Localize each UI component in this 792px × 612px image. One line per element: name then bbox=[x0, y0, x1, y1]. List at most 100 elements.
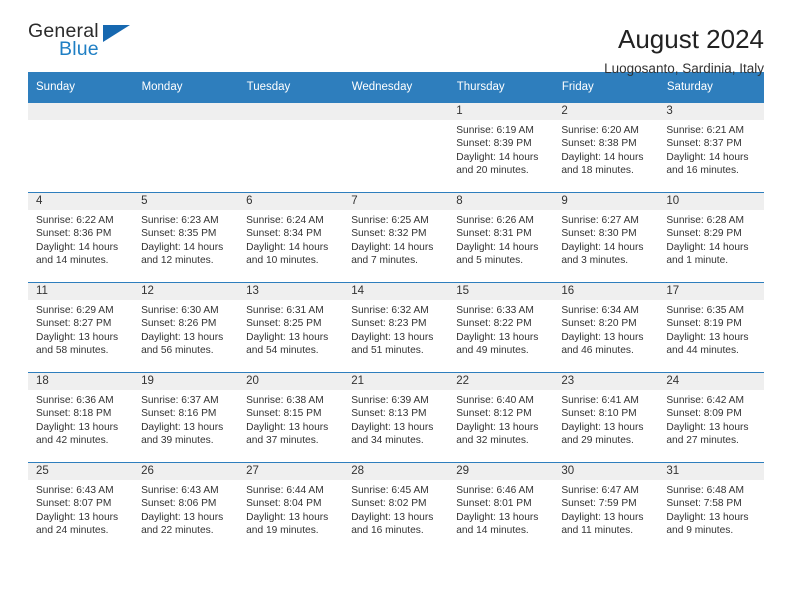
day-number bbox=[238, 103, 344, 120]
calendar-cell-day[interactable]: 27 Sunrise: 6:44 AM Sunset: 8:04 PM Dayligh… bbox=[238, 462, 344, 552]
calendar-cell-day[interactable]: 28 Sunrise: 6:45 AM Sunset: 8:02 PM Dayligh… bbox=[343, 462, 449, 552]
cell-inner bbox=[28, 103, 134, 192]
detail-sunrise: Sunrise: 6:19 AM bbox=[456, 125, 534, 136]
cell-inner bbox=[238, 103, 344, 192]
detail-sunset: Sunset: 8:19 PM bbox=[666, 318, 742, 330]
detail-sunrise: Sunrise: 6:31 AM bbox=[246, 305, 324, 316]
calendar-cell-day[interactable]: 25 Sunrise: 6:43 AM Sunset: 8:07 PM Dayligh… bbox=[28, 462, 134, 552]
calendar-cell-day[interactable]: 9 Sunrise: 6:27 AM Sunset: 8:30 PM Daylight… bbox=[553, 192, 659, 283]
detail-sunset: Sunset: 8:30 PM bbox=[561, 228, 637, 240]
detail-daylight-line1: Daylight: 13 hours bbox=[666, 421, 749, 433]
detail-sunset: Sunset: 8:22 PM bbox=[456, 318, 532, 330]
detail-sunset: Sunset: 8:13 PM bbox=[351, 408, 427, 420]
detail-daylight-line1: Daylight: 13 hours bbox=[351, 331, 434, 343]
detail-daylight-line1: Daylight: 14 hours bbox=[36, 241, 119, 253]
calendar-cell-day[interactable]: 19 Sunrise: 6:37 AM Sunset: 8:16 PM Dayligh… bbox=[133, 372, 239, 463]
detail-daylight-line1: Daylight: 13 hours bbox=[141, 421, 224, 433]
calendar-cell-day[interactable]: 17 Sunrise: 6:35 AM Sunset: 8:19 PM Dayligh… bbox=[658, 282, 764, 373]
calendar-cell-day[interactable]: 16 Sunrise: 6:34 AM Sunset: 8:20 PM Dayligh… bbox=[553, 282, 659, 373]
day-details: Sunrise: 6:48 AM Sunset: 7:58 PM Daylight:… bbox=[658, 480, 763, 538]
cell-inner: 22 Sunrise: 6:40 AM Sunset: 8:12 PM Dayligh… bbox=[448, 373, 554, 462]
detail-sunset: Sunset: 8:31 PM bbox=[456, 228, 532, 240]
calendar-cell-day[interactable]: 29 Sunrise: 6:46 AM Sunset: 8:01 PM Dayligh… bbox=[448, 462, 554, 552]
detail-daylight-line1: Daylight: 13 hours bbox=[351, 421, 434, 433]
calendar-cell-day[interactable]: 18 Sunrise: 6:36 AM Sunset: 8:18 PM Dayligh… bbox=[28, 372, 134, 463]
day-details bbox=[28, 120, 133, 124]
detail-daylight-line2: and 9 minutes. bbox=[666, 525, 734, 537]
calendar-cell-day[interactable]: 8 Sunrise: 6:26 AM Sunset: 8:31 PM Daylight… bbox=[448, 192, 554, 283]
day-details: Sunrise: 6:45 AM Sunset: 8:02 PM Daylight:… bbox=[343, 480, 448, 538]
detail-sunset: Sunset: 8:20 PM bbox=[561, 318, 637, 330]
cell-inner: 15 Sunrise: 6:33 AM Sunset: 8:22 PM Dayligh… bbox=[448, 283, 554, 372]
day-details: Sunrise: 6:31 AM Sunset: 8:25 PM Daylight:… bbox=[238, 300, 343, 358]
cell-inner: 26 Sunrise: 6:43 AM Sunset: 8:06 PM Dayligh… bbox=[133, 463, 239, 552]
calendar-cell-day[interactable]: 26 Sunrise: 6:43 AM Sunset: 8:06 PM Dayligh… bbox=[133, 462, 239, 552]
detail-daylight-line2: and 3 minutes. bbox=[561, 255, 629, 267]
calendar-cell-day[interactable]: 5 Sunrise: 6:23 AM Sunset: 8:35 PM Daylight… bbox=[133, 192, 239, 283]
detail-sunset: Sunset: 8:37 PM bbox=[666, 138, 742, 150]
detail-sunset: Sunset: 8:09 PM bbox=[666, 408, 742, 420]
detail-sunrise: Sunrise: 6:32 AM bbox=[351, 305, 429, 316]
cell-inner: 4 Sunrise: 6:22 AM Sunset: 8:36 PM Daylight… bbox=[28, 193, 134, 282]
calendar-cell-day[interactable]: 14 Sunrise: 6:32 AM Sunset: 8:23 PM Dayligh… bbox=[343, 282, 449, 373]
detail-sunrise: Sunrise: 6:42 AM bbox=[666, 395, 744, 406]
day-details: Sunrise: 6:34 AM Sunset: 8:20 PM Daylight:… bbox=[553, 300, 658, 358]
day-number: 16 bbox=[553, 283, 659, 300]
calendar-cell-day[interactable]: 13 Sunrise: 6:31 AM Sunset: 8:25 PM Dayligh… bbox=[238, 282, 344, 373]
calendar-cell-day[interactable]: 11 Sunrise: 6:29 AM Sunset: 8:27 PM Dayligh… bbox=[28, 282, 134, 373]
detail-daylight-line2: and 10 minutes. bbox=[246, 255, 319, 267]
detail-daylight-line2: and 5 minutes. bbox=[456, 255, 524, 267]
calendar-cell-day[interactable]: 23 Sunrise: 6:41 AM Sunset: 8:10 PM Dayligh… bbox=[553, 372, 659, 463]
day-details: Sunrise: 6:20 AM Sunset: 8:38 PM Daylight:… bbox=[553, 120, 658, 178]
calendar-cell-day[interactable]: 30 Sunrise: 6:47 AM Sunset: 7:59 PM Dayligh… bbox=[553, 462, 659, 552]
detail-sunrise: Sunrise: 6:36 AM bbox=[36, 395, 114, 406]
detail-sunrise: Sunrise: 6:48 AM bbox=[666, 485, 744, 496]
detail-sunrise: Sunrise: 6:34 AM bbox=[561, 305, 639, 316]
detail-sunrise: Sunrise: 6:22 AM bbox=[36, 215, 114, 226]
detail-sunrise: Sunrise: 6:45 AM bbox=[351, 485, 429, 496]
calendar-cell-day[interactable]: 31 Sunrise: 6:48 AM Sunset: 7:58 PM Dayligh… bbox=[658, 462, 764, 552]
day-details bbox=[343, 120, 448, 124]
detail-sunset: Sunset: 7:58 PM bbox=[666, 498, 742, 510]
calendar-cell-day[interactable]: 10 Sunrise: 6:28 AM Sunset: 8:29 PM Dayligh… bbox=[658, 192, 764, 283]
detail-sunrise: Sunrise: 6:44 AM bbox=[246, 485, 324, 496]
cell-inner: 9 Sunrise: 6:27 AM Sunset: 8:30 PM Daylight… bbox=[553, 193, 659, 282]
cell-inner: 24 Sunrise: 6:42 AM Sunset: 8:09 PM Dayligh… bbox=[658, 373, 764, 462]
calendar-cell-day[interactable]: 21 Sunrise: 6:39 AM Sunset: 8:13 PM Dayligh… bbox=[343, 372, 449, 463]
cell-inner: 17 Sunrise: 6:35 AM Sunset: 8:19 PM Dayligh… bbox=[658, 283, 764, 372]
calendar-cell-day[interactable]: 4 Sunrise: 6:22 AM Sunset: 8:36 PM Daylight… bbox=[28, 192, 134, 283]
page-header: General Blue August 2024 Luogosanto, Sar… bbox=[28, 0, 764, 76]
calendar-cell-day[interactable]: 22 Sunrise: 6:40 AM Sunset: 8:12 PM Dayligh… bbox=[448, 372, 554, 463]
calendar-cell-day[interactable]: 20 Sunrise: 6:38 AM Sunset: 8:15 PM Dayligh… bbox=[238, 372, 344, 463]
calendar-cell-day[interactable]: 12 Sunrise: 6:30 AM Sunset: 8:26 PM Dayligh… bbox=[133, 282, 239, 373]
brand-logo[interactable]: General Blue bbox=[28, 21, 158, 68]
detail-sunset: Sunset: 7:59 PM bbox=[561, 498, 637, 510]
day-details: Sunrise: 6:25 AM Sunset: 8:32 PM Daylight:… bbox=[343, 210, 448, 268]
calendar-cell-day[interactable]: 1 Sunrise: 6:19 AM Sunset: 8:39 PM Daylight… bbox=[448, 102, 554, 193]
calendar-cell-day[interactable]: 15 Sunrise: 6:33 AM Sunset: 8:22 PM Dayligh… bbox=[448, 282, 554, 373]
calendar-cell-day[interactable]: 24 Sunrise: 6:42 AM Sunset: 8:09 PM Dayligh… bbox=[658, 372, 764, 463]
detail-sunset: Sunset: 8:15 PM bbox=[246, 408, 322, 420]
cell-inner: 18 Sunrise: 6:36 AM Sunset: 8:18 PM Dayligh… bbox=[28, 373, 134, 462]
calendar-cell-day[interactable]: 2 Sunrise: 6:20 AM Sunset: 8:38 PM Daylight… bbox=[553, 102, 659, 193]
cell-inner: 25 Sunrise: 6:43 AM Sunset: 8:07 PM Dayligh… bbox=[28, 463, 134, 552]
weekday-header-wednesday: Wednesday bbox=[343, 72, 449, 103]
day-details: Sunrise: 6:21 AM Sunset: 8:37 PM Daylight:… bbox=[658, 120, 763, 178]
day-number: 5 bbox=[133, 193, 239, 210]
calendar-cell-day[interactable]: 6 Sunrise: 6:24 AM Sunset: 8:34 PM Daylight… bbox=[238, 192, 344, 283]
detail-sunrise: Sunrise: 6:23 AM bbox=[141, 215, 219, 226]
detail-daylight-line1: Daylight: 13 hours bbox=[36, 421, 119, 433]
day-number: 31 bbox=[658, 463, 764, 480]
detail-daylight-line1: Daylight: 13 hours bbox=[246, 511, 329, 523]
cell-inner: 29 Sunrise: 6:46 AM Sunset: 8:01 PM Dayligh… bbox=[448, 463, 554, 552]
calendar-cell-day[interactable]: 3 Sunrise: 6:21 AM Sunset: 8:37 PM Daylight… bbox=[658, 102, 764, 193]
detail-daylight-line2: and 29 minutes. bbox=[561, 435, 634, 447]
day-number: 8 bbox=[448, 193, 554, 210]
detail-sunrise: Sunrise: 6:35 AM bbox=[666, 305, 744, 316]
detail-sunrise: Sunrise: 6:43 AM bbox=[141, 485, 219, 496]
detail-sunrise: Sunrise: 6:47 AM bbox=[561, 485, 639, 496]
detail-daylight-line2: and 44 minutes. bbox=[666, 345, 739, 357]
calendar-cell-day[interactable]: 7 Sunrise: 6:25 AM Sunset: 8:32 PM Daylight… bbox=[343, 192, 449, 283]
cell-inner: 1 Sunrise: 6:19 AM Sunset: 8:39 PM Daylight… bbox=[448, 103, 554, 192]
detail-daylight-line1: Daylight: 14 hours bbox=[141, 241, 224, 253]
